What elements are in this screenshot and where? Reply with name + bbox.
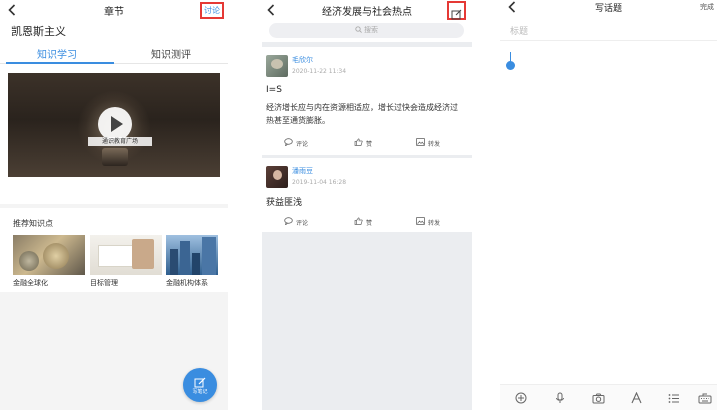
comment-icon — [284, 217, 293, 227]
post-card[interactable]: 潘雨豆 2019-11-04 16:28 获益匪浅 评论 赞 转发 — [262, 158, 472, 232]
compose-screen: 写话题 完成 标题 — [500, 0, 717, 410]
page-title: 经济发展与社会热点 — [322, 7, 412, 18]
share-button[interactable]: 转发 — [416, 138, 440, 148]
microphone-icon[interactable] — [553, 391, 567, 405]
search-placeholder: 搜索 — [364, 26, 378, 34]
post-author[interactable]: 毛欣尔 — [292, 55, 313, 65]
write-note-label: 写笔记 — [192, 389, 208, 395]
add-circle-icon[interactable] — [514, 391, 528, 405]
comment-button[interactable]: 评论 — [284, 217, 308, 227]
share-button[interactable]: 转发 — [416, 217, 440, 227]
video-caption: 通识教育广场 — [88, 137, 152, 146]
search-input[interactable]: 搜索 — [269, 23, 464, 38]
recommend-thumbnail — [90, 235, 162, 275]
comment-button[interactable]: 评论 — [284, 138, 308, 148]
like-label: 赞 — [366, 219, 373, 227]
recommend-thumbnail — [13, 235, 85, 275]
chapter-screen: 章节 讨论 凯恩斯主义 知识学习 知识测评 通识教育广场 推荐知识点 金融全球化 — [0, 0, 228, 410]
video-thumbnail-stand — [102, 148, 128, 166]
comment-label: 评论 — [296, 140, 309, 148]
course-title: 凯恩斯主义 — [0, 20, 228, 42]
keyboard-icon[interactable] — [698, 391, 712, 405]
avatar[interactable] — [266, 166, 288, 188]
avatar[interactable] — [266, 55, 288, 77]
tab-bar: 知识学习 知识测评 — [0, 42, 228, 64]
post-time: 2020-11-22 11:34 — [292, 68, 347, 75]
share-image-icon — [416, 217, 425, 227]
recommend-item[interactable]: 目标管理 — [90, 235, 162, 288]
write-note-button[interactable]: 写笔记 — [183, 368, 217, 402]
thumbs-up-icon — [354, 138, 363, 148]
recommend-title: 推荐知识点 — [13, 219, 53, 228]
camera-icon[interactable] — [591, 391, 605, 405]
list-icon[interactable] — [667, 391, 681, 405]
comment-icon — [284, 138, 293, 148]
tab-knowledge-test[interactable]: 知识测评 — [114, 46, 228, 61]
like-button[interactable]: 赞 — [354, 138, 372, 148]
search-icon — [355, 24, 362, 39]
recommend-item[interactable]: 金融全球化 — [13, 235, 85, 288]
post-title: 获益匪浅 — [266, 198, 303, 208]
new-topic-button[interactable] — [447, 1, 466, 20]
navbar: 经济发展与社会热点 — [262, 0, 472, 20]
recommend-item[interactable]: 金融机构体系 — [166, 235, 218, 288]
page-title: 章节 — [104, 7, 124, 18]
navbar: 章节 讨论 — [0, 0, 228, 20]
video-section: 通识教育广场 — [0, 64, 228, 204]
like-label: 赞 — [366, 140, 373, 148]
font-icon[interactable] — [629, 391, 643, 405]
divider — [500, 40, 717, 41]
post-card[interactable]: 毛欣尔 2020-11-22 11:34 I=S 经济增长应与内在资源相适应，增… — [262, 47, 472, 155]
done-button[interactable]: 完成 — [700, 2, 714, 12]
share-label: 转发 — [428, 140, 441, 148]
play-icon[interactable] — [98, 107, 132, 141]
thumbs-up-icon — [354, 217, 363, 227]
recommend-label: 目标管理 — [90, 279, 118, 287]
recommend-label: 金融全球化 — [13, 279, 48, 287]
navbar: 写话题 完成 — [500, 0, 717, 20]
post-actions: 评论 赞 转发 — [262, 138, 472, 150]
like-button[interactable]: 赞 — [354, 217, 372, 227]
post-author[interactable]: 潘雨豆 — [292, 166, 313, 176]
editor-toolbar — [500, 384, 717, 410]
post-actions: 评论 赞 转发 — [262, 217, 472, 229]
video-player[interactable]: 通识教育广场 — [8, 73, 220, 177]
comment-label: 评论 — [296, 219, 309, 227]
post-body: 经济增长应与内在资源相适应，增长过快会造成经济过热甚至通货膨胀。 — [266, 103, 458, 125]
recommend-thumbnail — [166, 235, 218, 275]
share-image-icon — [416, 138, 425, 148]
search-bar: 搜索 — [262, 20, 472, 42]
topic-screen: 经济发展与社会热点 搜索 毛欣尔 2020-11-22 11:34 I=S 经济… — [262, 0, 472, 410]
share-label: 转发 — [428, 219, 441, 227]
post-time: 2019-11-04 16:28 — [292, 179, 347, 186]
post-title: I=S — [266, 85, 282, 95]
recommend-label: 金融机构体系 — [166, 279, 208, 287]
discuss-button[interactable]: 讨论 — [200, 2, 224, 19]
page-title: 写话题 — [594, 4, 622, 14]
tab-knowledge-learning[interactable]: 知识学习 — [0, 46, 114, 61]
cursor-handle[interactable] — [506, 61, 515, 70]
title-input[interactable]: 标题 — [510, 24, 528, 37]
recommend-section: 推荐知识点 金融全球化 目标管理 金融机构体系 — [0, 208, 228, 292]
